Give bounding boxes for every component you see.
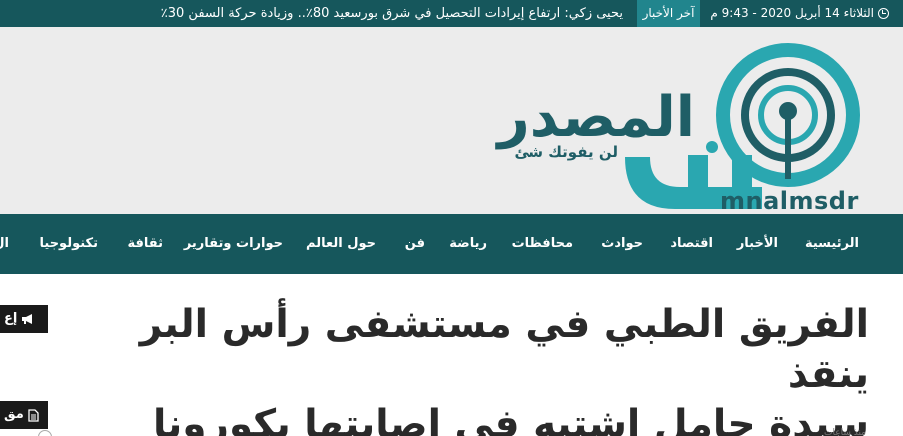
top-bar: الثلاثاء 14 أبريل 2020 - 9:43 م آخر الأخ… (0, 0, 903, 27)
headline-line-1: الفريق الطبي في مستشفى رأس البر ينقذ (139, 302, 869, 397)
current-date: الثلاثاء 14 أبريل 2020 - 9:43 م (710, 0, 889, 27)
logo-brand-text: المصدر (497, 85, 696, 150)
nav-item-accidents[interactable]: حوادث (601, 214, 643, 274)
side-badge-ads-label: إع (4, 311, 18, 326)
logo-tagline: لن يفوتك شئ (514, 143, 618, 161)
nav-item-culture[interactable]: ثقافة (127, 214, 163, 274)
nav-item-world[interactable]: حول العالم (306, 214, 376, 274)
nav-item-more[interactable]: ال (0, 214, 9, 274)
side-badge-articles-label: مق (4, 407, 24, 422)
logo-latin-text: mnalmsdr (720, 187, 859, 215)
nav-item-home[interactable]: الرئيسية (805, 214, 859, 274)
nav-item-governorates[interactable]: محافظات (512, 214, 573, 274)
latest-news-label: آخر الأخبار (637, 0, 700, 27)
side-badge-ads[interactable]: إع (0, 305, 48, 333)
nav-item-news[interactable]: الأخبار (737, 214, 778, 274)
main-nav: الرئيسية الأخبار اقتصاد حوادث محافظات ري… (0, 214, 903, 274)
article-headline: الفريق الطبي في مستشفى رأس البر ينقذ سيد… (89, 300, 869, 436)
nav-item-economy[interactable]: اقتصاد (670, 214, 713, 274)
news-ticker[interactable]: يحيى زكي: ارتفاع إيرادات التحصيل في شرق … (0, 0, 625, 27)
nav-item-sports[interactable]: رياضة (449, 214, 487, 274)
date-text: الثلاثاء 14 أبريل 2020 - 9:43 م (710, 6, 874, 20)
site-logo[interactable]: المصدر لن يفوتك شئ mnalmsdr (497, 37, 880, 215)
clock-icon (878, 8, 889, 19)
author-avatar (38, 430, 52, 436)
article-meta: منذ ساعات (824, 428, 866, 436)
megaphone-icon (22, 314, 33, 324)
document-icon (28, 408, 39, 422)
side-badge-articles[interactable]: مق (0, 401, 48, 429)
site-header: المصدر لن يفوتك شئ mnalmsdr (0, 27, 903, 215)
nav-item-reports[interactable]: حوارات وتقارير (184, 214, 283, 274)
nav-item-technology[interactable]: تكنولوجيا (40, 214, 99, 274)
headline-line-2: سيدة حامل اشتبه في إصابتها بكورونا (152, 402, 869, 436)
nav-item-art[interactable]: فن (405, 214, 425, 274)
